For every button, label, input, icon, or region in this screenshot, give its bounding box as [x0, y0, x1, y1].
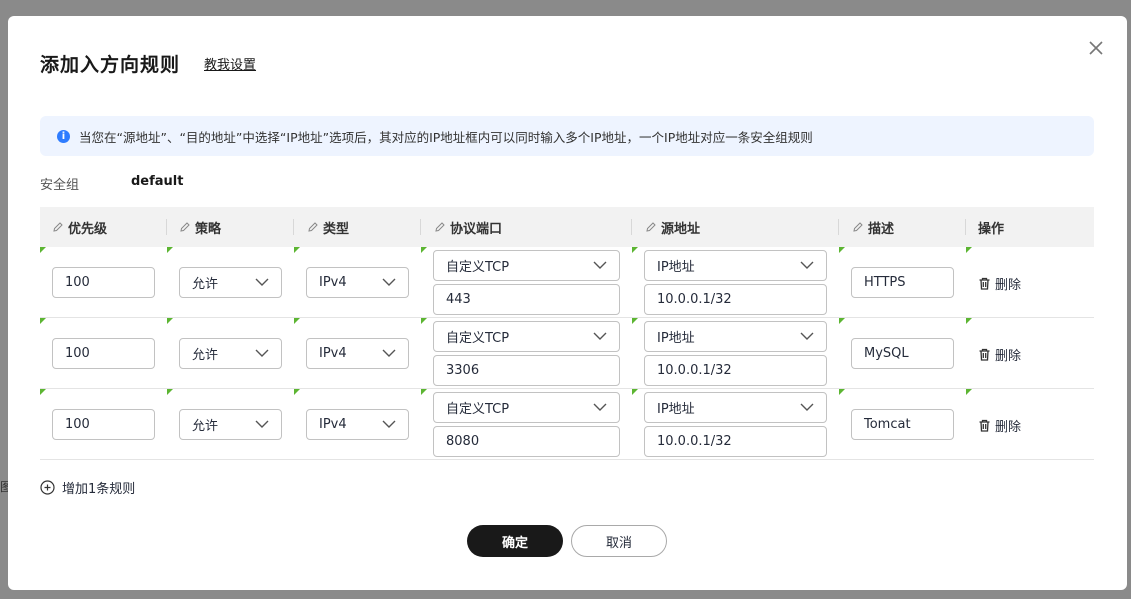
required-marker — [632, 247, 638, 253]
source-type-select[interactable]: IP地址 — [644, 321, 827, 352]
trash-icon — [979, 348, 990, 361]
source-address-input[interactable]: 10.0.0.1/32 — [644, 284, 827, 315]
chevron-down-icon — [593, 261, 607, 269]
policy-select[interactable]: 允许 — [179, 409, 282, 440]
chevron-down-icon — [255, 349, 269, 357]
trash-icon — [979, 419, 990, 432]
add-inbound-rule-dialog: 添加入方向规则 教我设置 i 当您在“源地址”、“目的地址”中选择“IP地址”选… — [8, 16, 1127, 590]
required-marker — [167, 247, 173, 253]
header-source: 源地址 — [645, 207, 700, 247]
chevron-down-icon — [800, 403, 814, 411]
required-marker — [421, 389, 427, 395]
source-address-input[interactable]: 10.0.0.1/32 — [644, 355, 827, 386]
port-input[interactable]: 443 — [433, 284, 620, 315]
delete-button[interactable]: 删除 — [978, 345, 1021, 364]
required-marker — [421, 318, 427, 324]
priority-input[interactable]: 100 — [52, 409, 155, 440]
chevron-down-icon — [593, 332, 607, 340]
chevron-down-icon — [382, 420, 396, 428]
required-marker — [421, 247, 427, 253]
required-marker — [632, 389, 638, 395]
required-marker — [294, 318, 300, 324]
source-type-select[interactable]: IP地址 — [644, 392, 827, 423]
chevron-down-icon — [800, 332, 814, 340]
description-input[interactable]: HTTPS — [851, 267, 954, 298]
edit-icon — [180, 222, 190, 232]
chevron-down-icon — [255, 420, 269, 428]
required-marker — [167, 389, 173, 395]
priority-input[interactable]: 100 — [52, 267, 155, 298]
required-marker — [966, 389, 972, 395]
chevron-down-icon — [800, 261, 814, 269]
header-priority: 优先级 — [52, 207, 107, 247]
security-group-value: default — [131, 174, 184, 189]
delete-button[interactable]: 删除 — [978, 274, 1021, 293]
protocol-select[interactable]: 自定义TCP — [433, 321, 620, 352]
header-policy: 策略 — [179, 207, 221, 247]
chevron-down-icon — [255, 278, 269, 286]
chevron-down-icon — [382, 349, 396, 357]
protocol-select[interactable]: 自定义TCP — [433, 250, 620, 281]
edit-icon — [308, 222, 318, 232]
info-icon: i — [57, 129, 70, 143]
security-group-label: 安全组 — [40, 178, 80, 193]
port-input[interactable]: 8080 — [433, 426, 620, 457]
edit-icon — [646, 222, 656, 232]
required-marker — [839, 247, 845, 253]
notice-text: 当您在“源地址”、“目的地址”中选择“IP地址”选项后，其对应的IP地址框内可以… — [79, 129, 813, 145]
trash-icon — [979, 277, 990, 290]
required-marker — [966, 247, 972, 253]
table-row: 100 允许 IPv4 自定义TCP 3306 IP地址 10.0.0.1/32… — [40, 318, 1094, 389]
required-marker — [294, 247, 300, 253]
chevron-down-icon — [382, 278, 396, 286]
info-notice: i 当您在“源地址”、“目的地址”中选择“IP地址”选项后，其对应的IP地址框内… — [40, 116, 1094, 156]
required-marker — [40, 247, 46, 253]
priority-input[interactable]: 100 — [52, 338, 155, 369]
edit-icon — [435, 222, 445, 232]
header-protocol-port: 协议端口 — [434, 207, 502, 247]
policy-select[interactable]: 允许 — [179, 338, 282, 369]
security-group-row: 安全组 default — [40, 174, 183, 193]
add-rule-button[interactable]: 增加1条规则 — [40, 478, 135, 497]
protocol-select[interactable]: 自定义TCP — [433, 392, 620, 423]
required-marker — [167, 318, 173, 324]
delete-button[interactable]: 删除 — [978, 416, 1021, 435]
edit-icon — [53, 222, 63, 232]
required-marker — [839, 318, 845, 324]
source-type-select[interactable]: IP地址 — [644, 250, 827, 281]
required-marker — [40, 389, 46, 395]
source-address-input[interactable]: 10.0.0.1/32 — [644, 426, 827, 457]
header-description: 描述 — [852, 207, 894, 247]
port-input[interactable]: 3306 — [433, 355, 620, 386]
required-marker — [40, 318, 46, 324]
rules-table: 优先级 策略 类型 协议端口 源地址 描述 操作 100 允许 IPv4 自定义… — [40, 207, 1094, 460]
description-input[interactable]: MySQL — [851, 338, 954, 369]
dialog-title: 添加入方向规则 — [40, 54, 181, 76]
header-action: 操作 — [978, 221, 1005, 237]
table-header: 优先级 策略 类型 协议端口 源地址 描述 操作 — [40, 207, 1094, 247]
required-marker — [839, 389, 845, 395]
required-marker — [632, 318, 638, 324]
chevron-down-icon — [593, 403, 607, 411]
plus-circle-icon — [40, 480, 55, 495]
type-select[interactable]: IPv4 — [306, 267, 409, 298]
description-input[interactable]: Tomcat — [851, 409, 954, 440]
edit-icon — [853, 222, 863, 232]
type-select[interactable]: IPv4 — [306, 409, 409, 440]
type-select[interactable]: IPv4 — [306, 338, 409, 369]
table-row: 100 允许 IPv4 自定义TCP 8080 IP地址 10.0.0.1/32… — [40, 389, 1094, 460]
confirm-button[interactable]: 确定 — [467, 525, 563, 557]
table-row: 100 允许 IPv4 自定义TCP 443 IP地址 10.0.0.1/32 … — [40, 247, 1094, 318]
header-type: 类型 — [307, 207, 349, 247]
close-icon[interactable] — [1086, 38, 1106, 58]
required-marker — [294, 389, 300, 395]
help-link[interactable]: 教我设置 — [204, 54, 256, 73]
cancel-button[interactable]: 取消 — [571, 525, 667, 557]
policy-select[interactable]: 允许 — [179, 267, 282, 298]
required-marker — [966, 318, 972, 324]
